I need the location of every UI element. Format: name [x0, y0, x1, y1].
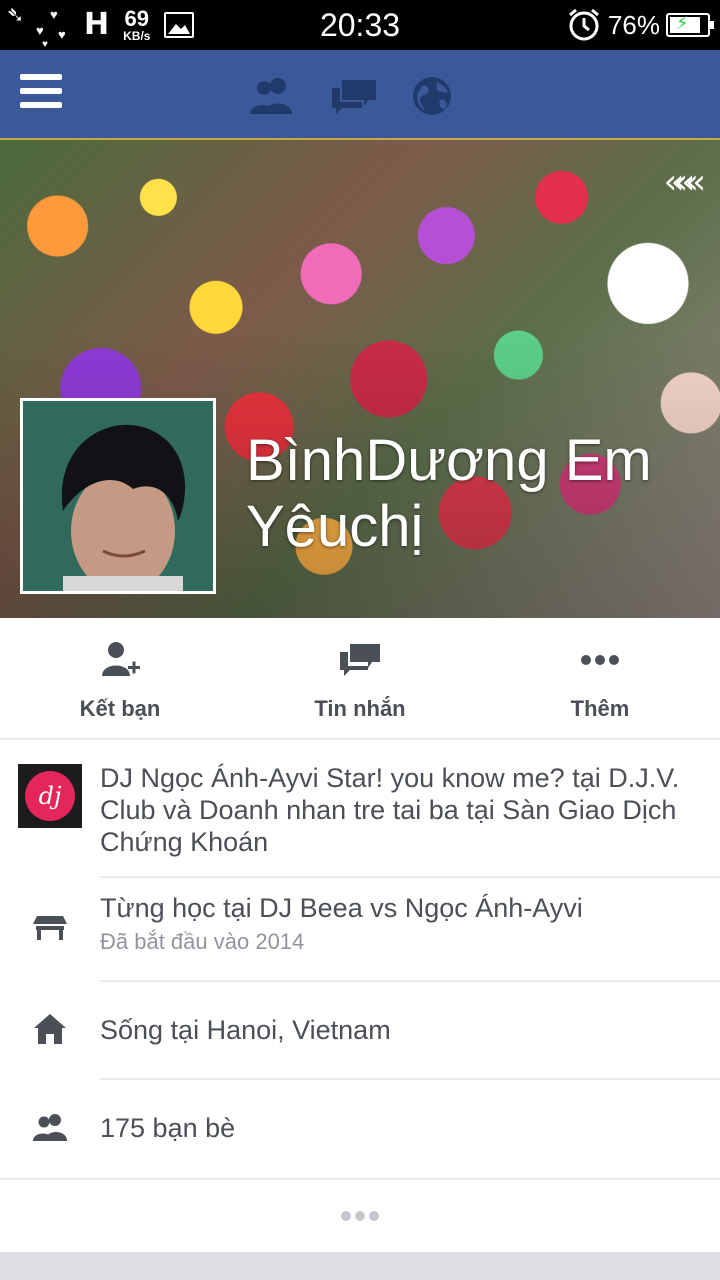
friends-icon[interactable] — [246, 76, 298, 116]
avatar[interactable] — [20, 398, 216, 594]
add-friend-label: Kết bạn — [79, 696, 161, 721]
education-info-row[interactable]: Từng học tại DJ Beea vs Ngọc Ánh-Ayvi Đã… — [0, 876, 720, 980]
dj-club-logo: dj — [18, 764, 82, 828]
bottom-divider — [0, 1252, 720, 1280]
see-more-dots-button[interactable] — [0, 1178, 720, 1252]
top-navbar — [0, 50, 720, 138]
more-button[interactable]: Thêm — [480, 618, 720, 738]
network-speed: 69 KB/s — [123, 6, 151, 43]
alarm-icon — [568, 8, 599, 41]
home-icon — [34, 1014, 66, 1044]
add-friend-icon — [102, 642, 140, 676]
menu-icon[interactable] — [20, 74, 62, 112]
message-icon — [340, 644, 380, 676]
collapse-chevrons-icon[interactable]: ««« — [664, 162, 707, 202]
messages-icon[interactable] — [328, 76, 380, 116]
network-speed-unit: KB/s — [123, 29, 151, 43]
cupid-hearts-icon: ➴ ♥ ♥ ♥ ♥ — [6, 2, 66, 51]
charging-bolt-icon: ⚡ — [676, 13, 689, 33]
network-type-indicator: H — [84, 7, 110, 42]
status-left: ➴ ♥ ♥ ♥ ♥ H 69 KB/s — [6, 2, 195, 51]
message-button[interactable]: Tin nhắn — [240, 618, 480, 738]
network-speed-value: 69 — [124, 6, 150, 31]
profile-actions: Kết bạn Tin nhắn Thêm — [0, 618, 720, 740]
friends-count-row[interactable]: 175 bạn bè — [0, 1078, 720, 1176]
work-text: DJ Ngọc Ánh-Ayvi Star! you know me? tại … — [100, 763, 680, 857]
school-icon — [33, 916, 67, 940]
image-notification-icon — [164, 12, 195, 38]
globe-icon[interactable] — [408, 76, 460, 116]
battery-icon: ⚡ — [666, 13, 714, 37]
education-start-text: Đã bắt đầu vào 2014 — [100, 929, 305, 954]
status-right: 76% ⚡ — [566, 6, 714, 44]
more-icon — [581, 655, 619, 665]
friends-count-icon — [33, 1114, 67, 1141]
message-label: Tin nhắn — [314, 696, 406, 721]
lives-in-row[interactable]: Sống tại Hanoi, Vietnam — [0, 980, 720, 1078]
work-info-row[interactable]: dj DJ Ngọc Ánh-Ayvi Star! you know me? t… — [0, 742, 720, 876]
profile-info-list: dj DJ Ngọc Ánh-Ayvi Star! you know me? t… — [0, 742, 720, 1176]
more-label: Thêm — [570, 696, 630, 721]
add-friend-button[interactable]: Kết bạn — [0, 618, 240, 738]
profile-name: BìnhDương Em Yêuchị — [246, 428, 652, 559]
friends-count-text: 175 bạn bè — [100, 1113, 236, 1143]
cover-photo[interactable]: ««« BìnhDương Em Yêuchị — [0, 138, 720, 618]
lives-in-text: Sống tại Hanoi, Vietnam — [100, 1015, 391, 1045]
education-text: Từng học tại DJ Beea vs Ngọc Ánh-Ayvi — [100, 893, 583, 923]
status-bar: ➴ ♥ ♥ ♥ ♥ H 69 KB/s 20:33 76% ⚡ — [0, 0, 720, 50]
battery-percent: 76% — [607, 9, 660, 40]
